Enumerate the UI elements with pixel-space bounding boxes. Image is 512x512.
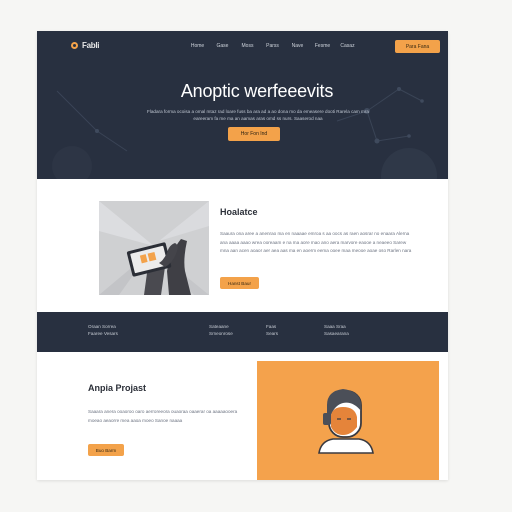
hero-subtitle: Fladara forma ocoisa a omal mtaz rad loa… — [147, 109, 369, 121]
nav-item-6[interactable]: Fesme — [310, 43, 335, 49]
logo-icon — [71, 42, 78, 49]
stat-line2: Sasaearana — [324, 330, 349, 336]
nav-item-2[interactable]: Gase — [210, 43, 235, 49]
stat-item: Faas Sears — [266, 324, 278, 337]
feature-body: Saaura ona aree a anenrao ma en naaaae e… — [220, 231, 412, 254]
hero-section: Fabli Home Gase Moss Parss Nave Fesme Ca… — [37, 31, 448, 179]
stat-item: Oraan Sorrea Faaree Vesars — [88, 324, 118, 337]
stat-line2: Sears — [266, 330, 279, 336]
project-illustration — [257, 361, 439, 480]
nav-item-5[interactable]: Nave — [285, 43, 310, 49]
brand-name: Fabli — [82, 41, 100, 50]
hand-holding-phone-icon — [99, 201, 209, 295]
stats-band: Oraan Sorrea Faaree Vesars Sateaane Srne… — [37, 312, 448, 352]
stat-line2: Faaree Vesars — [88, 330, 118, 336]
hero-title: Anoptic werfeeevits — [180, 81, 334, 101]
person-avatar-icon — [257, 361, 439, 480]
stat-line2: Srneonrose — [209, 330, 233, 336]
stat-line1: Faas — [266, 324, 277, 329]
stat-item: Sateaane Srneonrose — [209, 324, 233, 337]
page: Fabli Home Gase Moss Parss Nave Fesme Ca… — [37, 31, 448, 480]
stat-line1: Oraan Sorrea — [88, 324, 116, 329]
project-title: Anpia Projast — [88, 383, 147, 393]
stat-item: Saaa Sraa Sasaearana — [324, 324, 349, 337]
nav-cta-button[interactable]: Para Fana — [395, 40, 440, 53]
nav-item-4[interactable]: Parss — [260, 43, 285, 49]
project-cta-button[interactable]: Buo Barm — [88, 444, 124, 456]
nav-item-home[interactable]: Home — [185, 43, 210, 49]
feature-title: Hoalatce — [220, 207, 258, 217]
nav-item-3[interactable]: Moss — [235, 43, 260, 49]
feature-cta-button[interactable]: Hanst Baur — [220, 277, 259, 289]
nav-item-7[interactable]: Casaz — [335, 43, 360, 49]
project-body: Saaara anera ooaoroo oaro aerroreeora ou… — [88, 409, 238, 423]
main-nav: Home Gase Moss Parss Nave Fesme Casaz — [185, 43, 360, 49]
brand-logo[interactable]: Fabli — [71, 41, 99, 50]
hero-network-decoration — [52, 87, 437, 179]
stat-line1: Saaa Sraa — [324, 324, 346, 329]
feature-illustration — [99, 201, 209, 295]
hero-cta-button[interactable]: Hor Fon Ind — [228, 127, 280, 141]
